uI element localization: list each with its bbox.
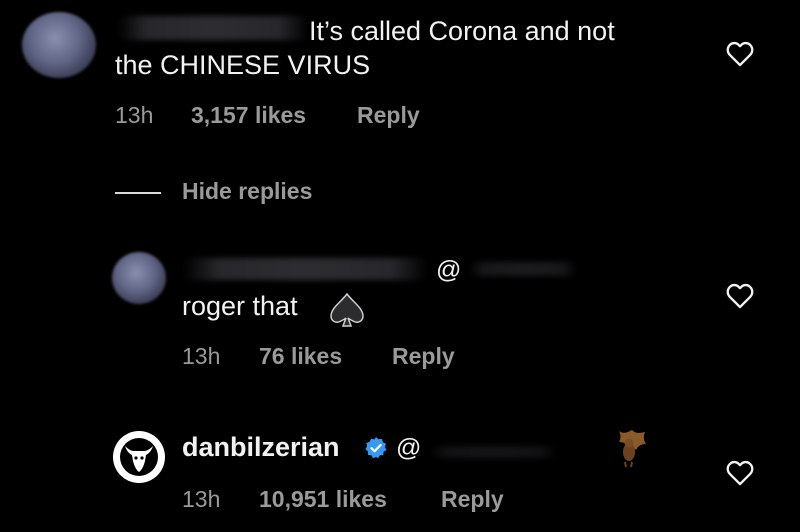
reply-2-reply-button[interactable]: Reply [441,486,504,513]
mention-symbol: @ [436,256,462,284]
comment-text-line2: the CHINESE VIRUS [115,50,371,80]
reply-1-time: 13h [182,343,221,369]
reply-1-text: roger that [182,291,298,321]
comment-text-line1: It’s called Corona and not [309,16,615,46]
reply-1-likes[interactable]: 76 likes [259,343,342,370]
heart-icon[interactable] [726,41,754,67]
redacted-username [118,16,308,40]
bat-emoji-icon [619,430,646,468]
reply-2-time: 13h [182,486,221,512]
mention-symbol: @ [396,434,422,462]
verified-badge-icon [365,437,387,459]
heart-icon[interactable] [726,283,754,309]
comment-reply-button[interactable]: Reply [357,102,420,129]
redacted-mention-reply-2 [428,446,558,458]
avatar-danbilzerian[interactable] [113,431,165,483]
hide-replies-button[interactable]: Hide replies [182,178,312,205]
goat-logo-icon [120,438,158,476]
heart-icon[interactable] [726,460,754,486]
comment-likes[interactable]: 3,157 likes [191,102,306,129]
spade-emoji-icon [330,292,364,327]
redacted-mention-reply-1 [468,262,578,276]
redacted-username-reply-1 [183,258,428,280]
avatar-commenter[interactable] [22,12,96,78]
reply-2-username[interactable]: danbilzerian [182,432,340,463]
reply-1-reply-button[interactable]: Reply [392,343,455,370]
reply-2-likes[interactable]: 10,951 likes [259,486,387,513]
avatar-reply-1[interactable] [112,252,166,304]
replies-divider [115,192,161,194]
comment-time: 13h [115,102,154,128]
